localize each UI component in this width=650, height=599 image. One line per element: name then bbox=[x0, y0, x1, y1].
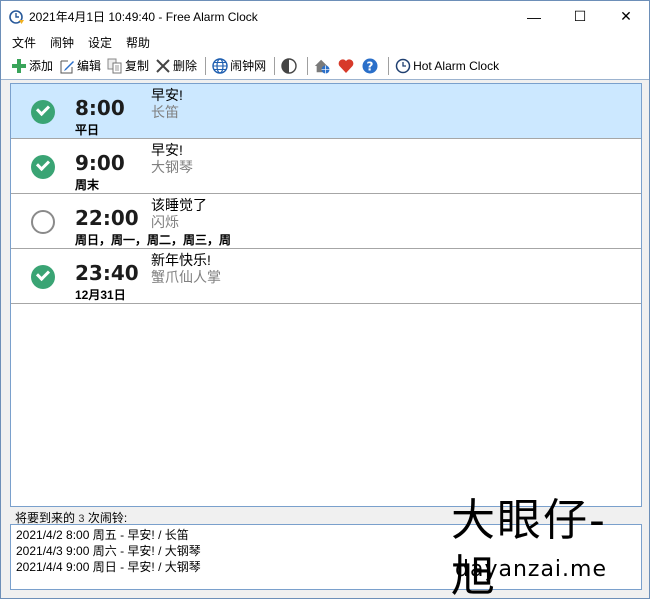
delete-button[interactable]: 删除 bbox=[153, 54, 201, 78]
toolbar: 添加 编辑 复制 删除 闹钟网 ? Hot Alarm Clock bbox=[1, 52, 649, 80]
alarm-time: 8:00 bbox=[75, 96, 125, 120]
upcoming-item: 2021/4/2 8:00 周五 - 早安! / 长笛 bbox=[16, 528, 189, 542]
upcoming-prefix: 将要到来的 bbox=[15, 511, 76, 525]
alarm-sound: 长笛 bbox=[151, 104, 179, 120]
alarm-days: 12月31日 bbox=[75, 288, 126, 302]
homepage-button[interactable] bbox=[312, 54, 336, 78]
alarm-list[interactable]: 8:00 平日 早安! 长笛 9:00 周末 早安! 大钢琴 22:00 周日，… bbox=[10, 83, 642, 507]
svg-text:?: ? bbox=[367, 59, 374, 73]
toolbar-separator bbox=[388, 56, 390, 75]
alarm-days: 平日 bbox=[75, 123, 100, 137]
alarm-time: 9:00 bbox=[75, 151, 125, 175]
alarm-sound: 蟹爪仙人掌 bbox=[151, 269, 221, 285]
help-button[interactable]: ? bbox=[360, 54, 384, 78]
alarm-days: 周日，周一，周二，周三，周 bbox=[75, 233, 232, 247]
menu-help[interactable]: 帮助 bbox=[119, 34, 157, 51]
minimize-icon: — bbox=[527, 8, 541, 25]
edit-icon bbox=[59, 58, 75, 74]
heart-icon bbox=[338, 58, 354, 74]
window-title: 2021年4月1日 10:49:40 - Free Alarm Clock bbox=[29, 10, 258, 24]
help-icon: ? bbox=[362, 58, 378, 74]
edit-label: 编辑 bbox=[77, 59, 102, 73]
globe-icon bbox=[212, 57, 228, 74]
upcoming-suffix: 次闹铃: bbox=[87, 511, 128, 525]
menu-settings[interactable]: 设定 bbox=[81, 34, 119, 51]
clock-icon bbox=[395, 58, 411, 74]
alarm-time: 23:40 bbox=[75, 261, 139, 285]
hot-alarm-clock-button[interactable]: Hot Alarm Clock bbox=[393, 54, 503, 78]
delete-label: 删除 bbox=[173, 59, 198, 73]
disabled-checkbox[interactable] bbox=[31, 210, 55, 234]
add-button[interactable]: 添加 bbox=[9, 54, 57, 78]
add-label: 添加 bbox=[29, 59, 54, 73]
alarm-sound: 闪烁 bbox=[151, 214, 179, 230]
maximize-button[interactable]: ☐ bbox=[557, 1, 603, 32]
alarm-time: 22:00 bbox=[75, 206, 139, 230]
enabled-checkbox[interactable] bbox=[31, 155, 55, 179]
alarm-web-button[interactable]: 闹钟网 bbox=[210, 54, 270, 78]
upcoming-alarms-list: 2021/4/2 8:00 周五 - 早安! / 长笛 2021/4/3 9:0… bbox=[10, 524, 642, 590]
minimize-button[interactable]: — bbox=[511, 1, 557, 32]
alarm-clock-icon bbox=[9, 9, 25, 25]
contrast-icon bbox=[281, 57, 297, 74]
enabled-checkbox[interactable] bbox=[31, 100, 55, 124]
copy-button[interactable]: 复制 bbox=[105, 54, 153, 78]
enabled-checkbox[interactable] bbox=[31, 265, 55, 289]
close-icon: ✕ bbox=[620, 8, 632, 24]
alarm-sound: 大钢琴 bbox=[151, 159, 193, 175]
menu-file[interactable]: 文件 bbox=[5, 34, 43, 51]
like-button[interactable] bbox=[336, 54, 360, 78]
edit-button[interactable]: 编辑 bbox=[57, 54, 105, 78]
alarm-row[interactable]: 9:00 周末 早安! 大钢琴 bbox=[11, 139, 641, 194]
maximize-icon: ☐ bbox=[573, 8, 587, 24]
upcoming-item: 2021/4/3 9:00 周六 - 早安! / 大钢琴 bbox=[16, 544, 201, 558]
menu-alarm[interactable]: 闹钟 bbox=[43, 34, 81, 51]
hot-alarm-clock-label: Hot Alarm Clock bbox=[413, 58, 500, 73]
alarm-days: 周末 bbox=[75, 178, 100, 192]
menu-bar: 文件 闹钟 设定 帮助 bbox=[1, 32, 649, 52]
toolbar-separator bbox=[307, 56, 309, 75]
alarm-web-label: 闹钟网 bbox=[230, 59, 267, 73]
x-icon bbox=[155, 58, 171, 74]
toolbar-separator bbox=[274, 56, 276, 75]
upcoming-item: 2021/4/4 9:00 周日 - 早安! / 大钢琴 bbox=[16, 560, 201, 574]
copy-label: 复制 bbox=[125, 59, 150, 73]
close-button[interactable]: ✕ bbox=[603, 1, 649, 32]
alarm-row[interactable]: 22:00 周日，周一，周二，周三，周 该睡觉了 闪烁 bbox=[11, 194, 641, 249]
app-window: 2021年4月1日 10:49:40 - Free Alarm Clock — … bbox=[0, 0, 650, 599]
alarm-row[interactable]: 23:40 12月31日 新年快乐! 蟹爪仙人掌 bbox=[11, 249, 641, 304]
copy-icon bbox=[107, 58, 123, 74]
toolbar-separator bbox=[205, 56, 207, 75]
home-globe-icon bbox=[314, 58, 330, 74]
window-controls: — ☐ ✕ bbox=[511, 1, 649, 32]
alarm-row[interactable]: 8:00 平日 早安! 长笛 bbox=[11, 84, 641, 139]
theme-button[interactable] bbox=[279, 54, 303, 78]
title-bar[interactable]: 2021年4月1日 10:49:40 - Free Alarm Clock — … bbox=[1, 1, 649, 32]
plus-icon bbox=[11, 58, 27, 74]
